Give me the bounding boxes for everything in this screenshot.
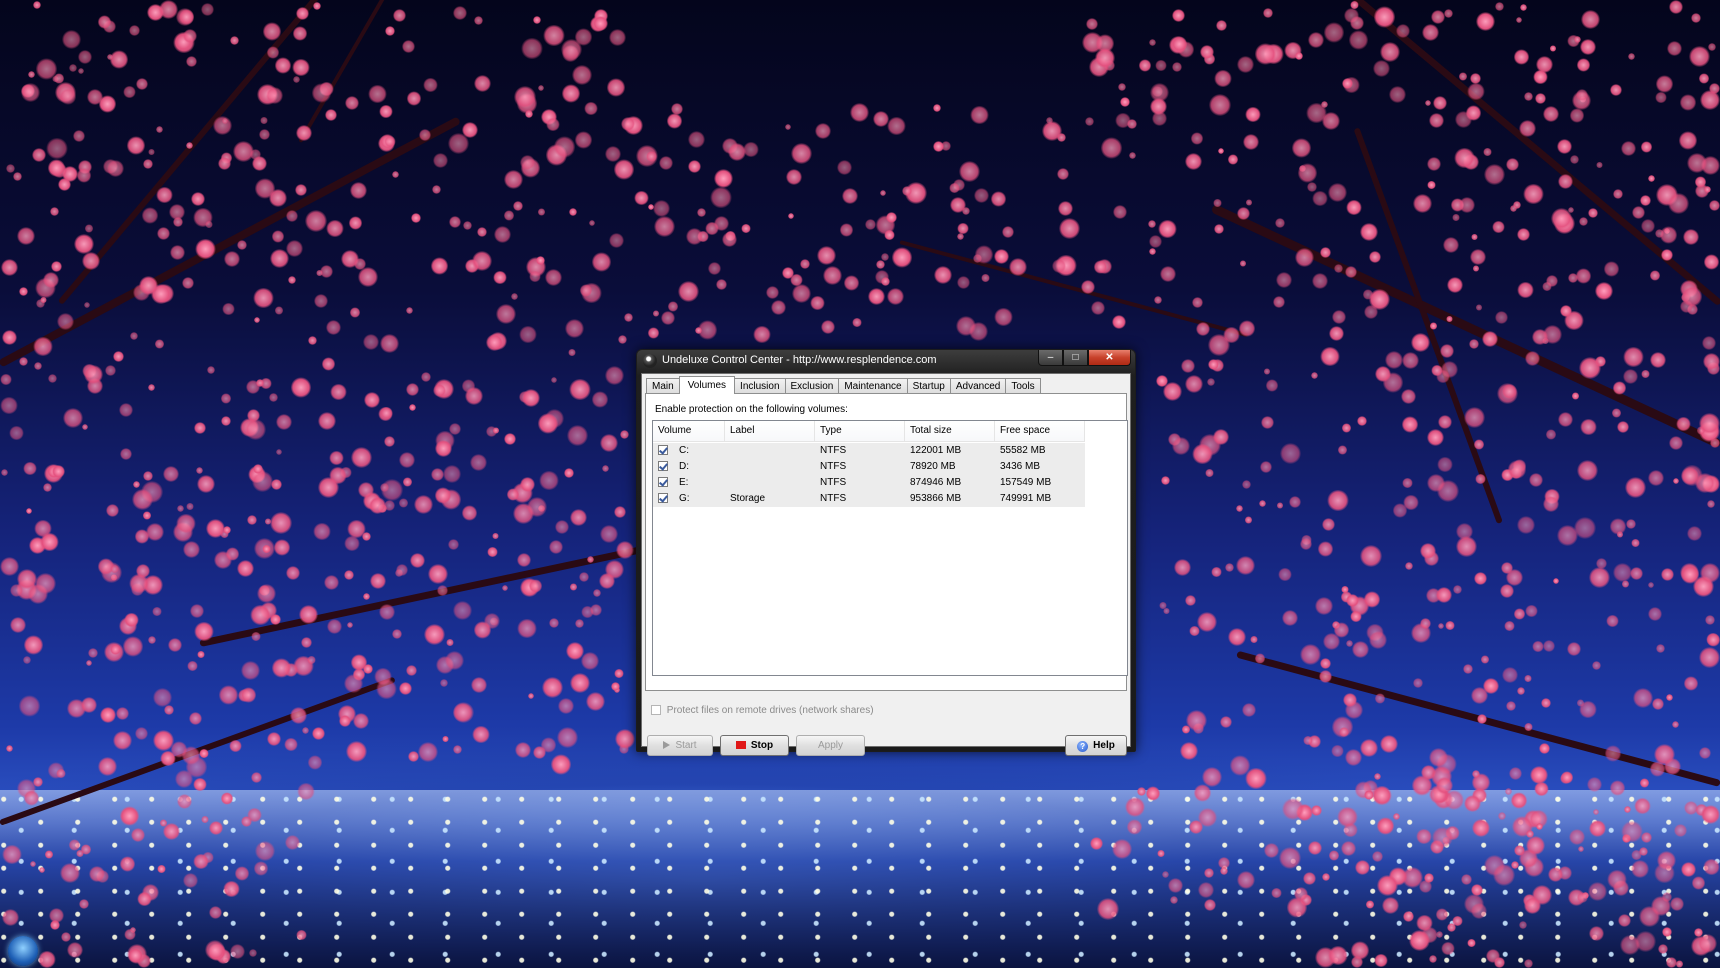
tab-volumes[interactable]: Volumes: [678, 376, 736, 394]
column-header-free-space[interactable]: Free space: [995, 421, 1085, 441]
window-title: Undeluxe Control Center - http://www.res…: [662, 354, 937, 366]
help-button-label: Help: [1093, 740, 1115, 751]
volume-checkbox[interactable]: [658, 445, 668, 455]
cell-type: NTFS: [820, 477, 847, 488]
client-area: Main Volumes Inclusion Exclusion Mainten…: [641, 373, 1131, 756]
cell-volume: G:: [653, 491, 725, 507]
cell-volume: C:: [653, 443, 725, 459]
tab-tools[interactable]: Tools: [1005, 378, 1041, 394]
cell-free-space: 55582 MB: [1000, 445, 1046, 456]
volume-letter: D:: [679, 461, 689, 472]
tab-strip: Main Volumes Inclusion Exclusion Mainten…: [646, 376, 1041, 394]
wallpaper-city-lights: [0, 790, 1720, 968]
stop-button-label: Stop: [750, 740, 774, 751]
table-row[interactable]: G: Storage NTFS 953866 MB 749991 MB: [653, 491, 1085, 507]
volumes-intro-text: Enable protection on the following volum…: [655, 404, 848, 415]
table-row[interactable]: D: NTFS 78920 MB 3436 MB: [653, 459, 1085, 475]
volume-letter: G:: [679, 493, 690, 504]
volume-checkbox[interactable]: [658, 493, 668, 503]
windows-start-orb[interactable]: [8, 936, 38, 966]
cell-free-space: 3436 MB: [1000, 461, 1041, 472]
close-button[interactable]: ✕: [1088, 350, 1131, 366]
cell-total-size: 78920 MB: [910, 461, 956, 472]
tab-exclusion[interactable]: Exclusion: [784, 378, 840, 394]
cell-type: NTFS: [820, 445, 847, 456]
cell-free-space: 157549 MB: [1000, 477, 1052, 488]
caption-buttons: – □ ✕: [1038, 350, 1131, 367]
undeluxe-app-icon[interactable]: [643, 354, 657, 368]
table-row[interactable]: E: NTFS 874946 MB 157549 MB: [653, 475, 1085, 491]
tab-main[interactable]: Main: [646, 378, 680, 394]
table-row[interactable]: C: NTFS 122001 MB 55582 MB: [653, 443, 1085, 459]
help-button[interactable]: ? Help: [1065, 735, 1127, 756]
cell-volume: E:: [653, 475, 725, 491]
start-button[interactable]: Start: [647, 735, 713, 756]
column-header-volume[interactable]: Volume: [653, 421, 725, 441]
undeluxe-control-center-window: Undeluxe Control Center - http://www.res…: [636, 349, 1136, 756]
volumes-list-header: Volume Label Type Total size Free space: [653, 421, 1085, 442]
cell-total-size: 874946 MB: [910, 477, 962, 488]
maximize-button[interactable]: □: [1063, 350, 1088, 366]
remote-drives-label: Protect files on remote drives (network …: [666, 705, 874, 716]
column-header-total-size[interactable]: Total size: [905, 421, 995, 441]
play-icon: [663, 741, 671, 749]
volume-letter: C:: [679, 445, 689, 456]
title-bar[interactable]: Undeluxe Control Center - http://www.res…: [637, 350, 1135, 372]
volumes-tab-panel: Enable protection on the following volum…: [645, 393, 1128, 691]
volumes-list[interactable]: Volume Label Type Total size Free space …: [652, 420, 1128, 676]
volume-checkbox[interactable]: [658, 477, 668, 487]
remote-drives-checkbox[interactable]: [651, 705, 661, 715]
cell-volume: D:: [653, 459, 725, 475]
volume-checkbox[interactable]: [658, 461, 668, 471]
apply-button[interactable]: Apply: [796, 735, 865, 756]
tab-advanced[interactable]: Advanced: [949, 378, 1007, 394]
tab-maintenance[interactable]: Maintenance: [838, 378, 908, 394]
cell-label: Storage: [730, 493, 766, 504]
tab-inclusion[interactable]: Inclusion: [734, 378, 786, 394]
column-header-type[interactable]: Type: [815, 421, 905, 441]
start-button-label: Start: [675, 740, 697, 751]
volume-letter: E:: [679, 477, 689, 488]
cell-type: NTFS: [820, 461, 847, 472]
cell-label: [725, 475, 815, 491]
help-icon: ?: [1077, 741, 1089, 752]
cell-label: [725, 443, 815, 459]
column-header-label[interactable]: Label: [725, 421, 815, 441]
cell-label: [725, 459, 815, 475]
tab-startup[interactable]: Startup: [906, 378, 951, 394]
remote-drives-option[interactable]: Protect files on remote drives (network …: [651, 705, 874, 716]
minimize-button[interactable]: –: [1038, 350, 1063, 366]
cell-type: NTFS: [820, 493, 847, 504]
stop-icon: [735, 741, 746, 749]
cell-total-size: 953866 MB: [910, 493, 962, 504]
apply-button-label: Apply: [817, 740, 843, 751]
stop-button[interactable]: Stop: [720, 735, 789, 756]
cell-total-size: 122001 MB: [910, 445, 962, 456]
cell-free-space: 749991 MB: [1000, 493, 1052, 504]
